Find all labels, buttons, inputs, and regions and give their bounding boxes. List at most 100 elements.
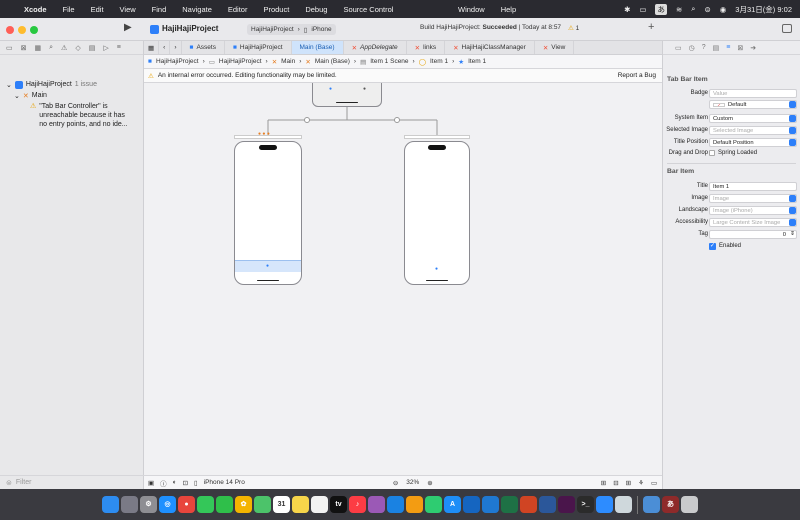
navigator-filter[interactable]: ⊜ Filter — [0, 475, 144, 489]
tree-project-row[interactable]: ⌄ HajiHajiProject 1 issue — [6, 81, 97, 89]
scene-dock-item2[interactable] — [404, 135, 470, 139]
dock-keynote-icon[interactable] — [387, 496, 404, 513]
menu-product[interactable]: Product — [255, 5, 297, 14]
menu-edit[interactable]: Edit — [83, 5, 112, 14]
dock-slack-icon[interactable] — [558, 496, 575, 513]
dock-calendar-icon[interactable]: 31 — [273, 496, 290, 513]
bluetooth-icon[interactable]: ✱ — [624, 5, 630, 14]
close-window-button[interactable] — [6, 26, 14, 34]
jump-item[interactable]: Item 1 — [430, 58, 448, 65]
jump-scene[interactable]: Item 1 Scene — [370, 58, 408, 65]
minimize-window-button[interactable] — [18, 26, 26, 34]
find-icon[interactable]: ⌕ — [49, 44, 53, 52]
zoom-in-icon[interactable]: ⊕ — [427, 479, 432, 487]
dock-simulator-icon[interactable] — [643, 496, 660, 513]
dock-photos-icon[interactable]: ✿ — [235, 496, 252, 513]
tab-assets[interactable]: ■ Assets — [182, 41, 225, 54]
history-icon[interactable]: ◷ — [689, 44, 695, 52]
dock-reminders-icon[interactable] — [311, 496, 328, 513]
dock-maps-icon[interactable] — [254, 496, 271, 513]
device-config-label[interactable]: iPhone 14 Pro — [204, 479, 245, 486]
dock-xcode-icon[interactable] — [463, 496, 480, 513]
dock-numbers-icon[interactable] — [425, 496, 442, 513]
back-icon[interactable]: ‹ — [159, 41, 171, 54]
warning-indicator[interactable]: ⚠ 1 — [568, 24, 579, 32]
resolve-issues-icon[interactable]: ⚘ — [638, 479, 644, 487]
jump-main[interactable]: Main — [281, 58, 295, 65]
accessibility-input[interactable]: Large Content Size Image — [709, 218, 797, 227]
breakpoint-icon[interactable]: ▷ — [103, 44, 108, 52]
jump-main-base[interactable]: Main (Base) — [315, 58, 350, 65]
jump-group[interactable]: HajiHajiProject — [219, 58, 262, 65]
identity-icon[interactable]: ▤ — [713, 44, 720, 52]
run-button[interactable]: ▶ — [124, 22, 132, 33]
control-center-icon[interactable]: ⊜ — [704, 5, 710, 14]
badge-color-select[interactable]: Default — [709, 100, 797, 109]
size-icon[interactable]: ⊠ — [737, 44, 743, 52]
connections-icon[interactable]: ➜ — [750, 44, 756, 52]
system-item-select[interactable]: Custom — [709, 114, 797, 123]
title-input[interactable]: Item 1 — [709, 182, 797, 191]
dock-notes-icon[interactable] — [292, 496, 309, 513]
info-icon[interactable]: ⓘ — [160, 478, 167, 488]
orientation-icon[interactable]: ⊡ — [183, 479, 188, 487]
menu-source-control[interactable]: Source Control — [335, 5, 401, 14]
appearance-icon[interactable]: ◐ — [173, 479, 177, 486]
issue-icon[interactable]: ⚠ — [61, 44, 67, 52]
dock-music-icon[interactable]: ♪ — [349, 496, 366, 513]
image-input[interactable]: Image — [709, 194, 797, 203]
menu-view[interactable]: View — [112, 5, 144, 14]
jump-tab-item[interactable]: Item 1 — [468, 58, 486, 65]
badge-input[interactable]: Value — [709, 89, 797, 98]
source-control-icon[interactable]: ⊠ — [21, 44, 27, 52]
dock-trash-icon[interactable] — [681, 496, 698, 513]
tab-links[interactable]: ✕ links — [407, 41, 446, 54]
dock-safari-icon[interactable]: ◎ — [159, 496, 176, 513]
item1-phone-frame[interactable]: ● — [234, 141, 302, 285]
dock-terminal-icon[interactable]: >_ — [577, 496, 594, 513]
selected-image-input[interactable]: Selected Image — [709, 126, 797, 135]
wifi-icon[interactable]: ≋ — [676, 5, 682, 14]
menu-navigate[interactable]: Navigate — [174, 5, 220, 14]
dock-tv-icon[interactable]: tv — [330, 496, 347, 513]
tab-project[interactable]: ■ HajiHajiProject — [225, 41, 292, 54]
clock[interactable]: 3月31日(金) 9:02 — [735, 4, 792, 15]
zoom-level[interactable]: 32% — [406, 479, 419, 486]
menu-editor[interactable]: Editor — [220, 5, 256, 14]
dock-preview-icon[interactable] — [615, 496, 632, 513]
dock-vscode-icon[interactable] — [482, 496, 499, 513]
dock-pages-icon[interactable] — [406, 496, 423, 513]
align-icon[interactable]: ⊟ — [613, 479, 618, 487]
spring-loaded-checkbox[interactable] — [709, 150, 715, 156]
symbol-icon[interactable]: ▦ — [35, 44, 42, 52]
filter-input[interactable]: Filter — [16, 479, 32, 486]
dock-powerpoint-icon[interactable] — [520, 496, 537, 513]
report-icon[interactable]: ≡ — [117, 44, 121, 51]
tree-issue-row[interactable]: ⚠ "Tab Bar Controller" is unreachable be… — [30, 102, 131, 129]
device-icon[interactable]: ▯ — [194, 479, 198, 487]
search-icon[interactable]: ⌕ — [691, 4, 695, 14]
item2-phone-frame[interactable]: ● — [404, 141, 470, 285]
dock-appstore-icon[interactable]: A — [444, 496, 461, 513]
dock-dictionary-icon[interactable]: あ — [662, 496, 679, 513]
folder-icon[interactable]: ▭ — [6, 44, 13, 52]
dock-podcasts-icon[interactable] — [368, 496, 385, 513]
test-icon[interactable]: ◇ — [75, 44, 80, 52]
dock-excel-icon[interactable] — [501, 496, 518, 513]
tab-main-base[interactable]: Main (Base) — [291, 41, 344, 54]
dock-finder-icon[interactable] — [102, 496, 119, 513]
add-button[interactable]: + — [648, 21, 654, 33]
file-inspector-icon[interactable]: ▭ — [675, 44, 682, 52]
jump-project[interactable]: HajiHajiProject — [156, 58, 199, 65]
toggle-inspector-icon[interactable] — [782, 24, 792, 33]
menu-debug[interactable]: Debug — [297, 5, 335, 14]
tab-class-manager[interactable]: ✕ HajiHajiClassManager — [445, 41, 535, 54]
grid-icon[interactable]: ▦ — [144, 41, 160, 54]
tree-main-row[interactable]: ⌄ ✕ Main — [14, 92, 47, 100]
tab-bar[interactable]: ● — [235, 260, 301, 272]
menu-find[interactable]: Find — [144, 5, 175, 14]
input-mode-indicator[interactable]: あ — [655, 3, 667, 15]
enabled-checkbox[interactable]: ✓ — [709, 243, 716, 250]
document-outline-icon[interactable]: ▣ — [148, 479, 154, 487]
attributes-icon[interactable]: ≡ — [726, 44, 730, 51]
